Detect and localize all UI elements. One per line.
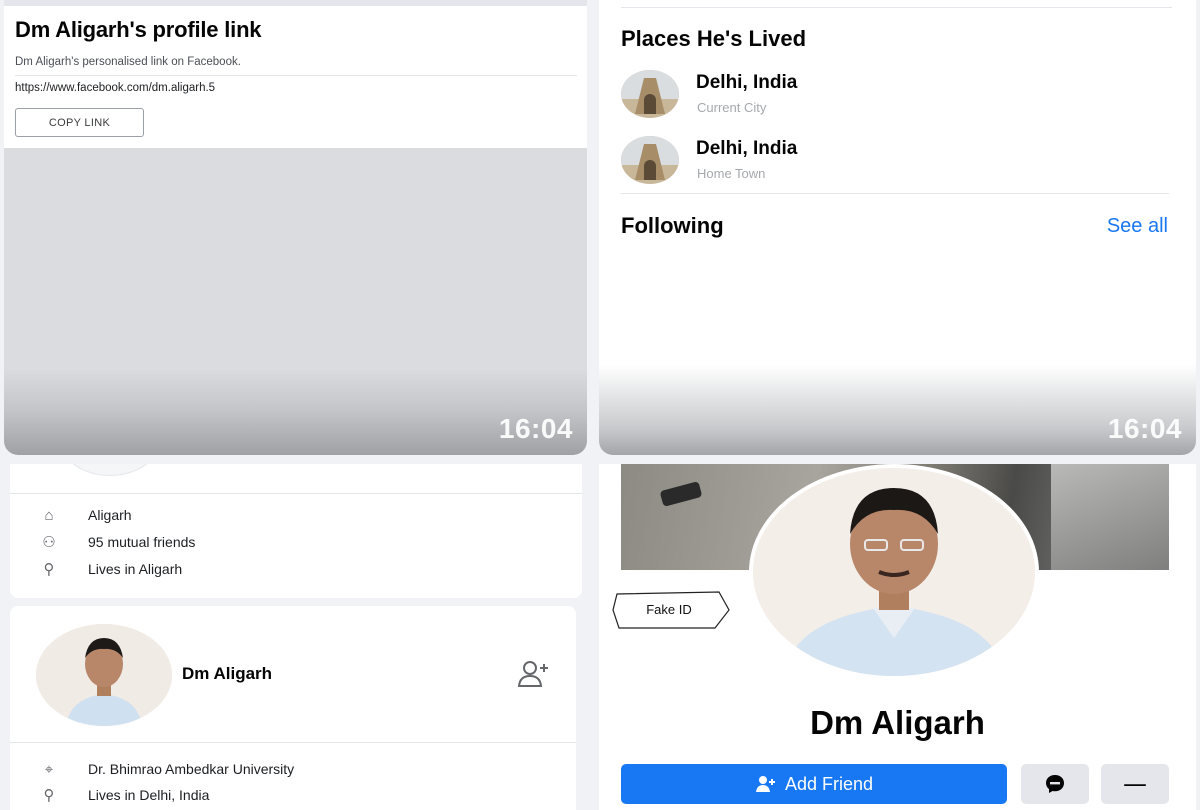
avatar[interactable] <box>36 624 172 726</box>
copy-link-button[interactable]: COPY LINK <box>15 108 144 137</box>
messenger-icon <box>1046 775 1064 793</box>
add-friend-icon[interactable] <box>516 660 550 688</box>
top-divider <box>4 0 587 6</box>
fake-id-label: Fake ID <box>646 602 692 617</box>
info-text: Dr. Bhimrao Ambedkar University <box>88 761 295 777</box>
education-icon: ⌖ <box>44 761 54 778</box>
profile-url[interactable]: https://www.facebook.com/dm.aligarh.5 <box>15 82 215 94</box>
result-card[interactable]: ⌂ Aligarh ⚇ 95 mutual friends ⚲ Lives in… <box>10 464 582 598</box>
info-text: Aligarh <box>88 507 132 523</box>
place-name: Delhi, India <box>696 138 798 159</box>
more-options-icon: — <box>1123 770 1147 798</box>
profile-link-title: Dm Aligarh's profile link <box>15 17 262 42</box>
person-photo-icon <box>36 624 172 726</box>
profile-picture[interactable] <box>749 464 1039 680</box>
top-divider <box>621 7 1172 8</box>
divider <box>10 493 582 494</box>
place-item-home-town[interactable]: Delhi, India Home Town <box>621 136 1121 186</box>
place-name: Delhi, India <box>696 72 798 93</box>
avatar <box>60 464 160 476</box>
add-friend-button[interactable]: Add Friend <box>621 764 1007 804</box>
more-options-button[interactable]: — <box>1101 764 1169 804</box>
info-text: Lives in Delhi, India <box>88 787 210 803</box>
annotation-bubble: Fake ID <box>612 591 730 629</box>
messenger-button[interactable] <box>1021 764 1089 804</box>
city-thumbnail-icon <box>621 70 679 118</box>
following-heading: Following <box>621 213 724 238</box>
place-kind: Home Town <box>697 166 766 181</box>
profile-link-subtitle: Dm Aligarh's personalised link on Facebo… <box>15 56 241 68</box>
dimmed-background <box>4 148 587 455</box>
work-icon: ⌂ <box>44 507 54 524</box>
result-name[interactable]: Dm Aligarh <box>182 664 272 684</box>
city-thumbnail-icon <box>621 136 679 184</box>
about-panel: Places He's Lived Delhi, India Current C… <box>599 0 1196 455</box>
bottom-fade <box>599 365 1196 455</box>
location-icon: ⚲ <box>43 561 55 578</box>
divider <box>15 75 577 76</box>
place-kind: Current City <box>697 100 767 115</box>
video-timestamp: 16:04 <box>1107 413 1182 444</box>
info-text: 95 mutual friends <box>88 534 196 550</box>
friends-icon: ⚇ <box>42 534 56 551</box>
add-friend-icon <box>755 776 775 792</box>
divider <box>621 193 1169 194</box>
location-icon: ⚲ <box>43 787 55 804</box>
place-item-current-city[interactable]: Delhi, India Current City <box>621 70 1121 120</box>
search-results-panel: ⌂ Aligarh ⚇ 95 mutual friends ⚲ Lives in… <box>6 464 586 810</box>
profile-page-panel: Fake ID Dm Aligarh Add Friend — <box>599 464 1196 810</box>
see-all-link[interactable]: See all <box>1107 215 1168 238</box>
profile-link-panel: Dm Aligarh's profile link Dm Aligarh's p… <box>4 0 587 455</box>
info-text: Lives in Aligarh <box>88 561 183 577</box>
places-heading: Places He's Lived <box>621 26 807 51</box>
profile-name: Dm Aligarh <box>810 704 985 741</box>
result-card[interactable]: Dm Aligarh ⌖ Dr. Bhimrao Ambedkar Univer… <box>10 606 576 810</box>
add-friend-label: Add Friend <box>784 773 874 794</box>
divider <box>10 742 576 743</box>
person-photo-icon <box>753 468 1035 676</box>
video-timestamp: 16:04 <box>498 413 573 444</box>
